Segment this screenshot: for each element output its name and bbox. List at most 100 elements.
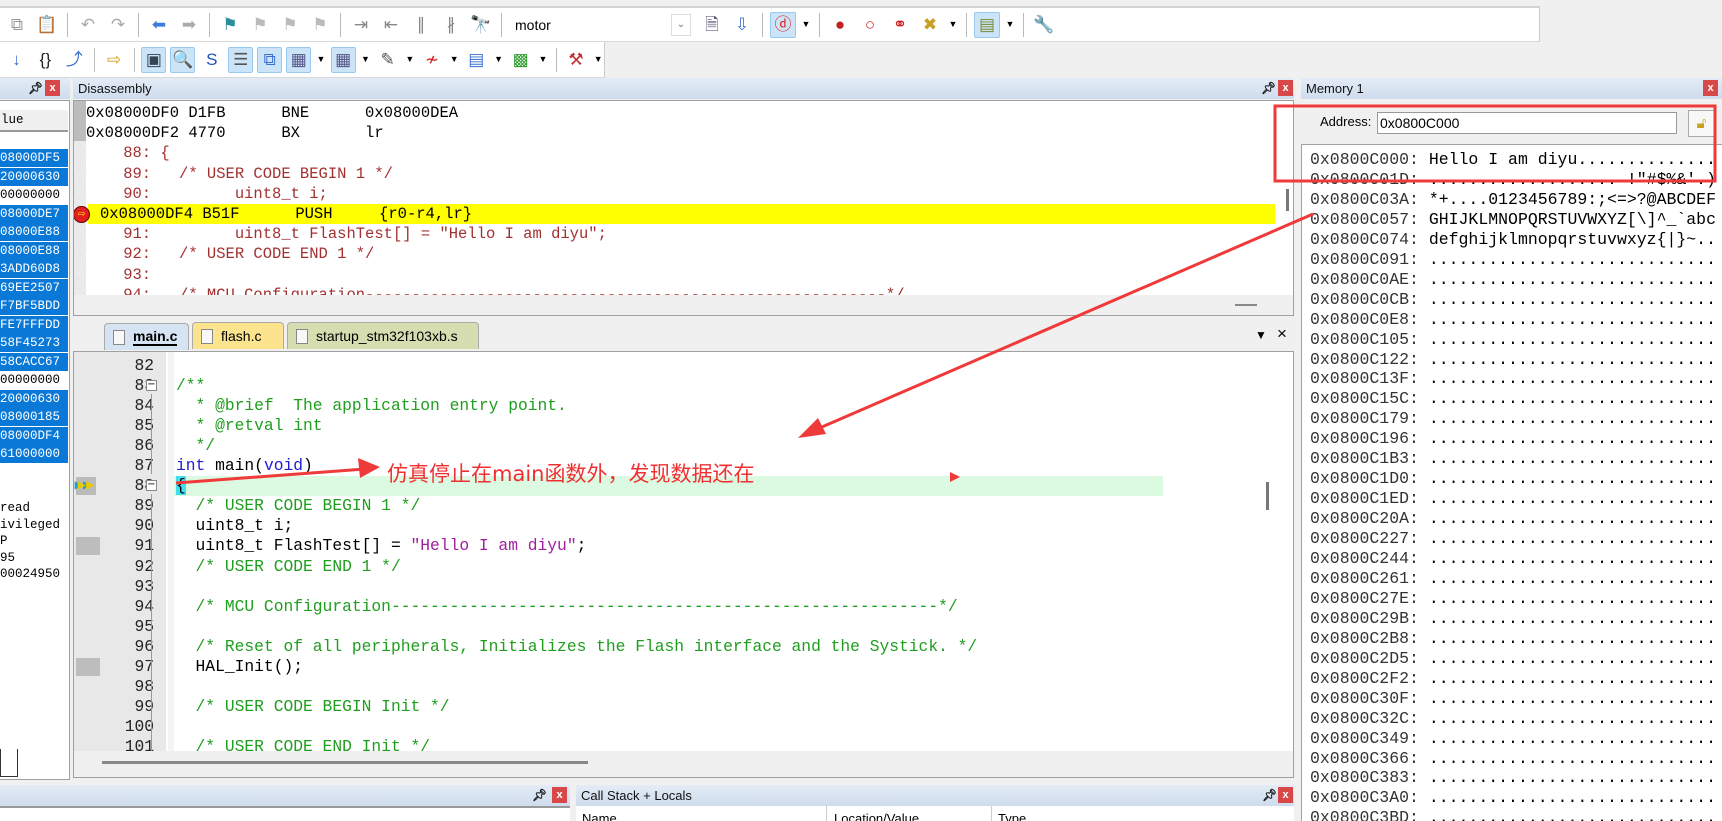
- enable-breakpoint-icon[interactable]: ○: [857, 12, 883, 38]
- close-icon[interactable]: x: [1278, 80, 1293, 96]
- memory-row[interactable]: 0x0800C0CB: ............................…: [1310, 290, 1716, 310]
- configure-icon[interactable]: 🔧: [1031, 12, 1057, 38]
- disassembly-line[interactable]: 93:: [74, 265, 1275, 285]
- memory-row[interactable]: 0x0800C074: defghijklmnopqrstuvwxyz{|}~.…: [1310, 230, 1716, 250]
- register-value[interactable]: 00000000: [0, 371, 68, 389]
- disassembly-line[interactable]: 90: uint8_t i;: [74, 184, 1275, 204]
- watch-windows-icon[interactable]: ▦: [286, 46, 312, 73]
- dropdown-arrow-icon[interactable]: ▼: [592, 47, 603, 73]
- disassembly-window-icon[interactable]: 🔍: [170, 46, 196, 73]
- code-line[interactable]: 82: [74, 356, 1293, 376]
- memory-row[interactable]: 0x0800C29B: ............................…: [1310, 609, 1716, 629]
- register-value[interactable]: F7BF5BDD: [0, 297, 68, 315]
- disassembly-line[interactable]: 0x08000DF0 D1FB BNE 0x08000DEA: [74, 103, 1275, 123]
- code-line[interactable]: 94 /* MCU Configuration-----------------…: [74, 597, 1293, 617]
- toolbox-icon[interactable]: ⚒: [564, 47, 589, 73]
- memory-row[interactable]: 0x0800C1B3: ............................…: [1310, 449, 1716, 469]
- close-icon[interactable]: x: [45, 80, 60, 96]
- register-value[interactable]: FE7FFFDD: [0, 315, 68, 334]
- column-divider[interactable]: [826, 806, 827, 821]
- pin-icon[interactable]: 📌︎: [1262, 788, 1277, 802]
- close-icon[interactable]: x: [1278, 787, 1293, 803]
- dropdown-arrow-icon[interactable]: ▼: [1004, 12, 1016, 38]
- memory-row[interactable]: 0x0800C091: ............................…: [1310, 250, 1716, 270]
- trace-windows-icon[interactable]: ▤: [464, 47, 489, 73]
- memory-row[interactable]: 0x0800C01D: ................... !"#$%&'.…: [1310, 170, 1716, 190]
- address-input[interactable]: [1377, 112, 1677, 134]
- insert-breakpoint-icon[interactable]: ●: [827, 12, 853, 38]
- chevron-down-icon[interactable]: ⌄: [671, 13, 691, 36]
- next-bookmark-icon[interactable]: ⚑: [277, 12, 303, 38]
- memory-row[interactable]: 0x0800C000: Hello I am diyu.............…: [1310, 150, 1716, 170]
- serial-windows-icon[interactable]: ✎: [375, 47, 400, 73]
- code-line[interactable]: 92 /* USER CODE END 1 */: [74, 557, 1293, 577]
- register-value[interactable]: 20000630: [0, 389, 68, 408]
- dropdown-arrow-icon[interactable]: ▼: [315, 47, 326, 73]
- register-value[interactable]: 08000DF4: [0, 426, 68, 445]
- code-line[interactable]: 89 /* USER CODE BEGIN 1 */: [74, 496, 1293, 516]
- disassembly-line[interactable]: 91: uint8_t FlashTest[] = "Hello I am di…: [74, 224, 1275, 244]
- memory-row[interactable]: 0x0800C244: ............................…: [1310, 549, 1716, 569]
- memory-row[interactable]: 0x0800C122: ............................…: [1310, 350, 1716, 370]
- code-line[interactable]: 84 * @brief The application entry point.: [74, 396, 1293, 416]
- command-window-icon[interactable]: ▣: [141, 46, 167, 73]
- memory-row[interactable]: 0x0800C13F: ............................…: [1310, 369, 1716, 389]
- find-in-files-icon[interactable]: 🔭: [468, 12, 494, 38]
- dropdown-arrow-icon[interactable]: ▼: [448, 47, 459, 73]
- debug-session-icon[interactable]: ⓓ: [770, 11, 796, 38]
- memory-row[interactable]: 0x0800C0AE: ............................…: [1310, 270, 1716, 290]
- call-stack-window-icon[interactable]: ⧉: [257, 46, 283, 73]
- tab-list-dropdown-icon[interactable]: ▼: [1255, 328, 1267, 342]
- dropdown-arrow-icon[interactable]: ▼: [360, 47, 371, 73]
- memory-row[interactable]: 0x0800C1D0: ............................…: [1310, 469, 1716, 489]
- code-line[interactable]: 100: [74, 717, 1293, 737]
- code-line[interactable]: 93: [74, 577, 1293, 597]
- register-value[interactable]: 00000000: [0, 186, 68, 204]
- code-line[interactable]: 99 /* USER CODE BEGIN Init */: [74, 697, 1293, 717]
- dropdown-arrow-icon[interactable]: ▼: [947, 12, 959, 38]
- close-icon[interactable]: x: [1703, 80, 1718, 96]
- comment-icon[interactable]: ∥: [408, 12, 434, 38]
- memory-row[interactable]: 0x0800C349: ............................…: [1310, 729, 1716, 749]
- register-value[interactable]: 61000000: [0, 445, 68, 463]
- memory-row[interactable]: 0x0800C27E: ............................…: [1310, 589, 1716, 609]
- redo-icon[interactable]: ↷: [105, 12, 131, 38]
- bookmark-icon[interactable]: ⚑: [217, 12, 243, 38]
- close-tab-icon[interactable]: ×: [1277, 324, 1287, 344]
- disassembly-line[interactable]: 88: {: [74, 143, 1275, 163]
- step-icon[interactable]: ↓: [4, 47, 29, 73]
- code-line[interactable]: 86 */: [74, 436, 1293, 456]
- memory-row[interactable]: 0x0800C261: ............................…: [1310, 569, 1716, 589]
- memory-row[interactable]: 0x0800C1ED: ............................…: [1310, 489, 1716, 509]
- memory-row[interactable]: 0x0800C2F2: ............................…: [1310, 669, 1716, 689]
- navigate-back-icon[interactable]: ⬅: [146, 12, 172, 38]
- code-editor[interactable]: 82 83−/** 84 * @brief The application entr…: [73, 351, 1294, 778]
- pin-icon[interactable]: 📌︎: [1261, 81, 1276, 95]
- memory-row[interactable]: 0x0800C105: ............................…: [1310, 330, 1716, 350]
- code-line[interactable]: 96 /* Reset of all peripherals, Initiali…: [74, 637, 1293, 657]
- pin-icon[interactable]: 📌︎: [28, 81, 43, 95]
- disassembly-line[interactable]: 92: /* USER CODE END 1 */: [74, 244, 1275, 264]
- system-viewer-icon[interactable]: ▩: [508, 47, 533, 73]
- column-header-name[interactable]: Name: [582, 811, 617, 821]
- register-value[interactable]: 3ADD60D8: [0, 260, 68, 278]
- code-line[interactable]: 85 * @retval int: [74, 416, 1293, 436]
- memory-row[interactable]: 0x0800C2D5: ............................…: [1310, 649, 1716, 669]
- memory-row[interactable]: 0x0800C366: ............................…: [1310, 749, 1716, 769]
- code-line[interactable]: 91 uint8_t FlashTest[] = "Hello I am diy…: [74, 536, 1293, 556]
- dropdown-arrow-icon[interactable]: ▼: [800, 12, 812, 38]
- copy-icon[interactable]: ⧉: [4, 12, 30, 38]
- scroll-thumb[interactable]: [1235, 304, 1257, 306]
- memory-row[interactable]: 0x0800C179: ............................…: [1310, 409, 1716, 429]
- memory-row[interactable]: 0x0800C3BD: ............................…: [1310, 808, 1716, 821]
- disable-all-breakpoints-icon[interactable]: ⚭: [887, 12, 913, 38]
- code-line[interactable]: 90 uint8_t i;: [74, 516, 1293, 536]
- code-line[interactable]: 95: [74, 617, 1293, 637]
- indent-icon[interactable]: ⇥: [348, 12, 374, 38]
- vertical-scroll-thumb[interactable]: [1266, 482, 1269, 510]
- close-icon[interactable]: x: [552, 787, 567, 803]
- memory-row[interactable]: 0x0800C383: ............................…: [1310, 768, 1716, 788]
- register-value[interactable]: 08000E88: [0, 223, 68, 241]
- dropdown-arrow-icon[interactable]: ▼: [493, 47, 504, 73]
- register-value[interactable]: 08000DF5: [0, 149, 68, 167]
